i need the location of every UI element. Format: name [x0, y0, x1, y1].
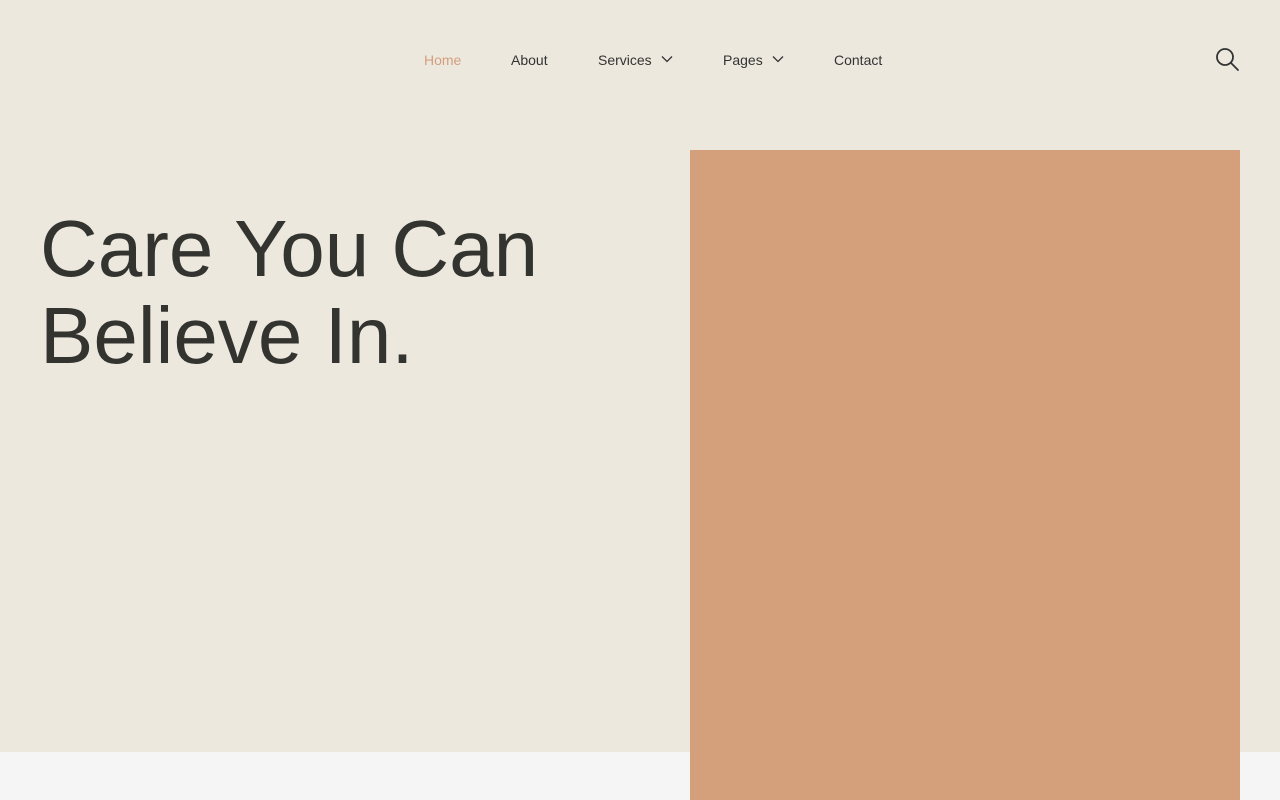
- nav-item-label: Home: [424, 52, 462, 68]
- chevron-down-icon: [661, 56, 673, 63]
- nav-item-home[interactable]: Home: [424, 51, 461, 69]
- hero-title-line-2: Believe In.: [40, 291, 414, 380]
- chevron-down-icon: [772, 56, 784, 63]
- hero-title: Care You Can Believe In.: [40, 205, 640, 379]
- nav-item-services[interactable]: Services: [598, 51, 673, 69]
- hero-image-block: [690, 150, 1240, 800]
- nav-item-contact[interactable]: Contact: [834, 51, 882, 69]
- nav-item-label: About: [511, 52, 548, 68]
- search-icon[interactable]: [1214, 46, 1240, 72]
- nav-item-label: Contact: [834, 52, 883, 68]
- nav-item-pages[interactable]: Pages: [723, 51, 784, 69]
- hero-title-line-1: Care You Can: [40, 204, 539, 293]
- nav-item-label: Pages: [723, 52, 763, 68]
- nav-item-about[interactable]: About: [511, 51, 548, 69]
- main-navigation: Home About Services Pages Contact: [0, 0, 1280, 120]
- nav-item-label: Services: [598, 52, 652, 68]
